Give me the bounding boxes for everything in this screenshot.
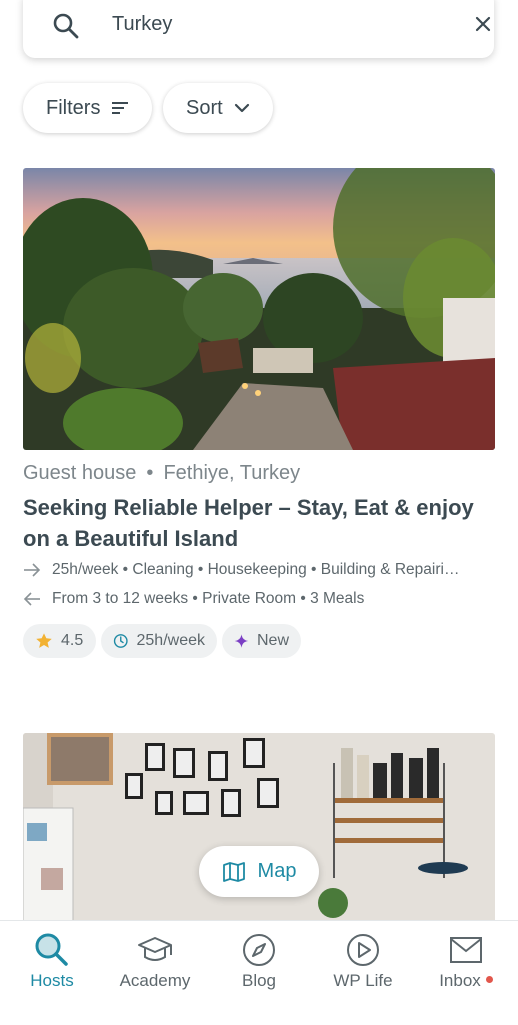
nav-label-hosts: Hosts <box>30 971 74 990</box>
nav-label-blog: Blog <box>241 971 277 990</box>
hours-value: 25h/week <box>136 632 206 649</box>
listing-type: Guest house <box>23 462 137 484</box>
star-icon <box>36 633 52 648</box>
hours-badge: 25h/week <box>101 624 217 658</box>
sparkle-icon <box>234 634 249 648</box>
map-icon <box>222 861 245 882</box>
filter-lines-icon <box>112 102 129 114</box>
map-button[interactable]: Map <box>199 846 319 897</box>
arrow-right-icon <box>23 563 43 577</box>
filters-button[interactable]: Filters <box>23 83 152 133</box>
new-badge: New <box>222 624 301 658</box>
nav-label-academy: Academy <box>119 971 191 990</box>
listing-tasks-row: 25h/week • Cleaning • Housekeeping • Bui… <box>23 561 495 579</box>
nav-label-inbox-wrap: Inbox <box>414 971 518 991</box>
sort-button[interactable]: Sort <box>163 83 273 133</box>
compass-icon <box>243 934 275 966</box>
nav-item-hosts[interactable]: Hosts <box>0 921 104 1025</box>
listing-title[interactable]: Seeking Reliable Helper – Stay, Eat & en… <box>23 492 493 554</box>
nav-item-academy[interactable]: Academy <box>103 921 207 1025</box>
search-input[interactable]: Turkey <box>112 13 172 36</box>
listing-location: Fethiye, Turkey <box>163 462 301 484</box>
listing-photo[interactable] <box>23 168 495 450</box>
arrow-left-icon <box>23 592 43 606</box>
listing-tasks: 25h/week • Cleaning • Housekeeping • Bui… <box>52 561 460 578</box>
rating-badge: 4.5 <box>23 624 96 658</box>
nav-item-wp-life[interactable]: WP Life <box>311 921 415 1025</box>
listing-photo-2[interactable] <box>23 733 495 933</box>
nav-label-wp-life: WP Life <box>333 971 393 990</box>
new-label: New <box>256 632 289 649</box>
search-icon <box>35 933 68 966</box>
clock-icon <box>113 634 128 648</box>
chevron-down-icon <box>234 103 249 113</box>
bottom-nav: Hosts Academy Blog WP Life Inbox <box>0 920 518 1025</box>
nav-item-inbox[interactable]: Inbox <box>414 921 518 1025</box>
play-icon <box>347 934 379 966</box>
search-icon <box>53 13 79 39</box>
mail-icon <box>450 937 482 963</box>
map-label: Map <box>257 860 297 882</box>
nav-label-inbox: Inbox <box>439 971 481 990</box>
listing-meta: Guest house • Fethiye, Turkey <box>23 462 301 484</box>
listing-photo-illustration <box>23 168 495 450</box>
sort-label: Sort <box>186 96 223 119</box>
close-icon[interactable] <box>472 13 494 35</box>
nav-item-blog[interactable]: Blog <box>207 921 311 1025</box>
listing-details: From 3 to 12 weeks • Private Room • 3 Me… <box>52 590 365 607</box>
graduation-cap-icon <box>138 937 172 961</box>
rating-value: 4.5 <box>61 632 84 649</box>
notification-dot <box>485 976 493 984</box>
search-bar[interactable]: Turkey <box>23 0 494 58</box>
listing-details-row: From 3 to 12 weeks • Private Room • 3 Me… <box>23 590 495 608</box>
listing-photo-2-illustration <box>23 733 495 933</box>
filters-label: Filters <box>46 96 101 119</box>
